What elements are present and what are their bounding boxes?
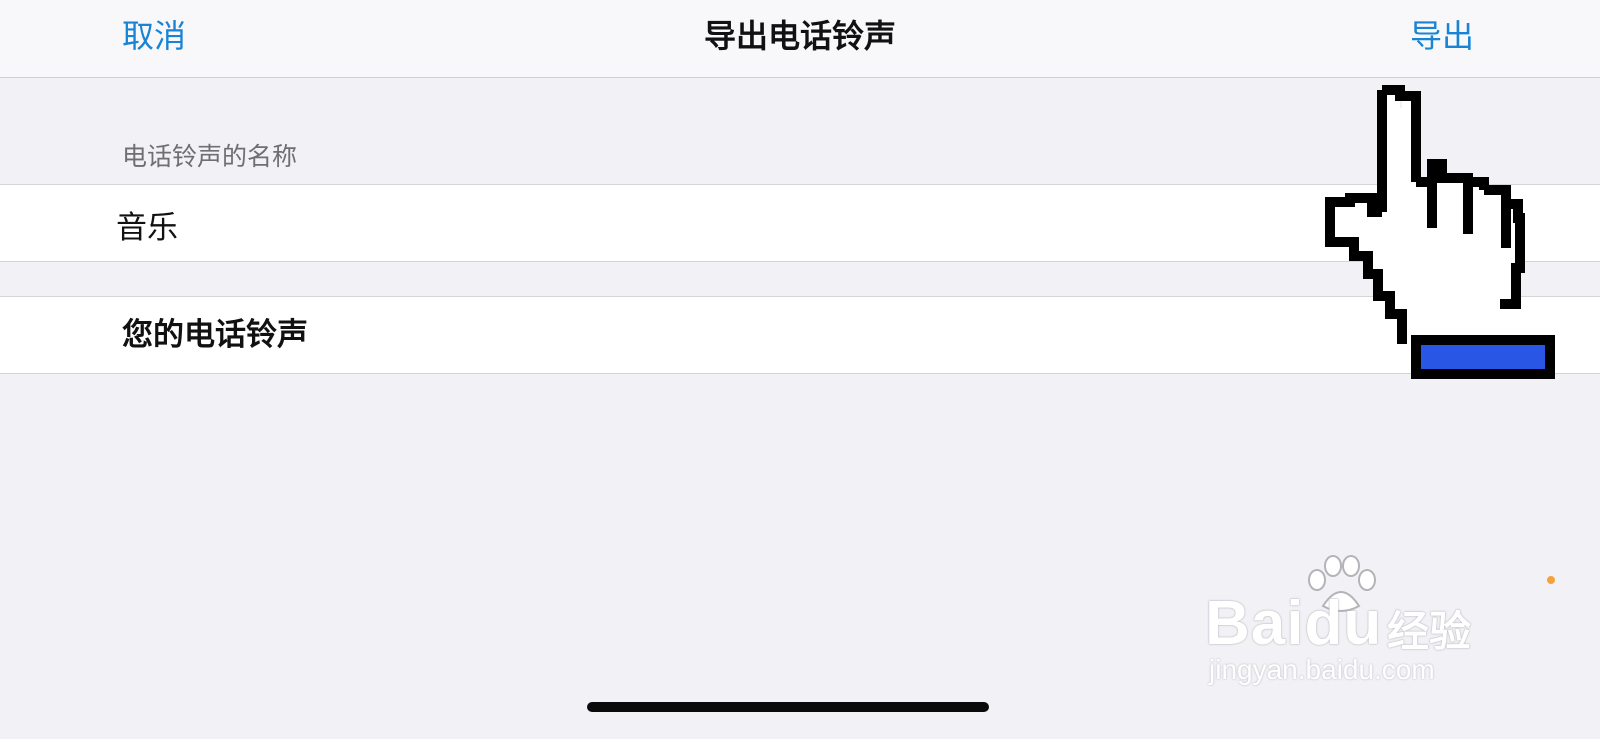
export-button[interactable]: 导出 — [1410, 16, 1474, 56]
page-title: 导出电话铃声 — [703, 17, 896, 55]
home-indicator[interactable] — [587, 702, 989, 712]
baidu-jingyan-watermark: Baidu 经验 jingyan.baidu.com — [1205, 550, 1495, 700]
watermark-brand-latin: Baidu — [1205, 589, 1383, 658]
ringtone-name-field[interactable] — [116, 204, 1316, 244]
your-ringtones-label: 您的电话铃声 — [122, 317, 308, 353]
ringtone-name-section-header: 电话铃声的名称 — [122, 142, 298, 171]
ringtone-export-screen: 取消 导出电话铃声 导出 电话铃声的名称 您的电话铃声 — [0, 0, 1600, 739]
watermark-url: jingyan.baidu.com — [1209, 654, 1435, 685]
watermark-brand-cn: 经验 — [1387, 607, 1472, 656]
navigation-bar: 取消 导出电话铃声 导出 — [0, 0, 1600, 78]
pointing-hand-cursor-icon — [1325, 85, 1555, 379]
status-dot — [1547, 576, 1555, 584]
